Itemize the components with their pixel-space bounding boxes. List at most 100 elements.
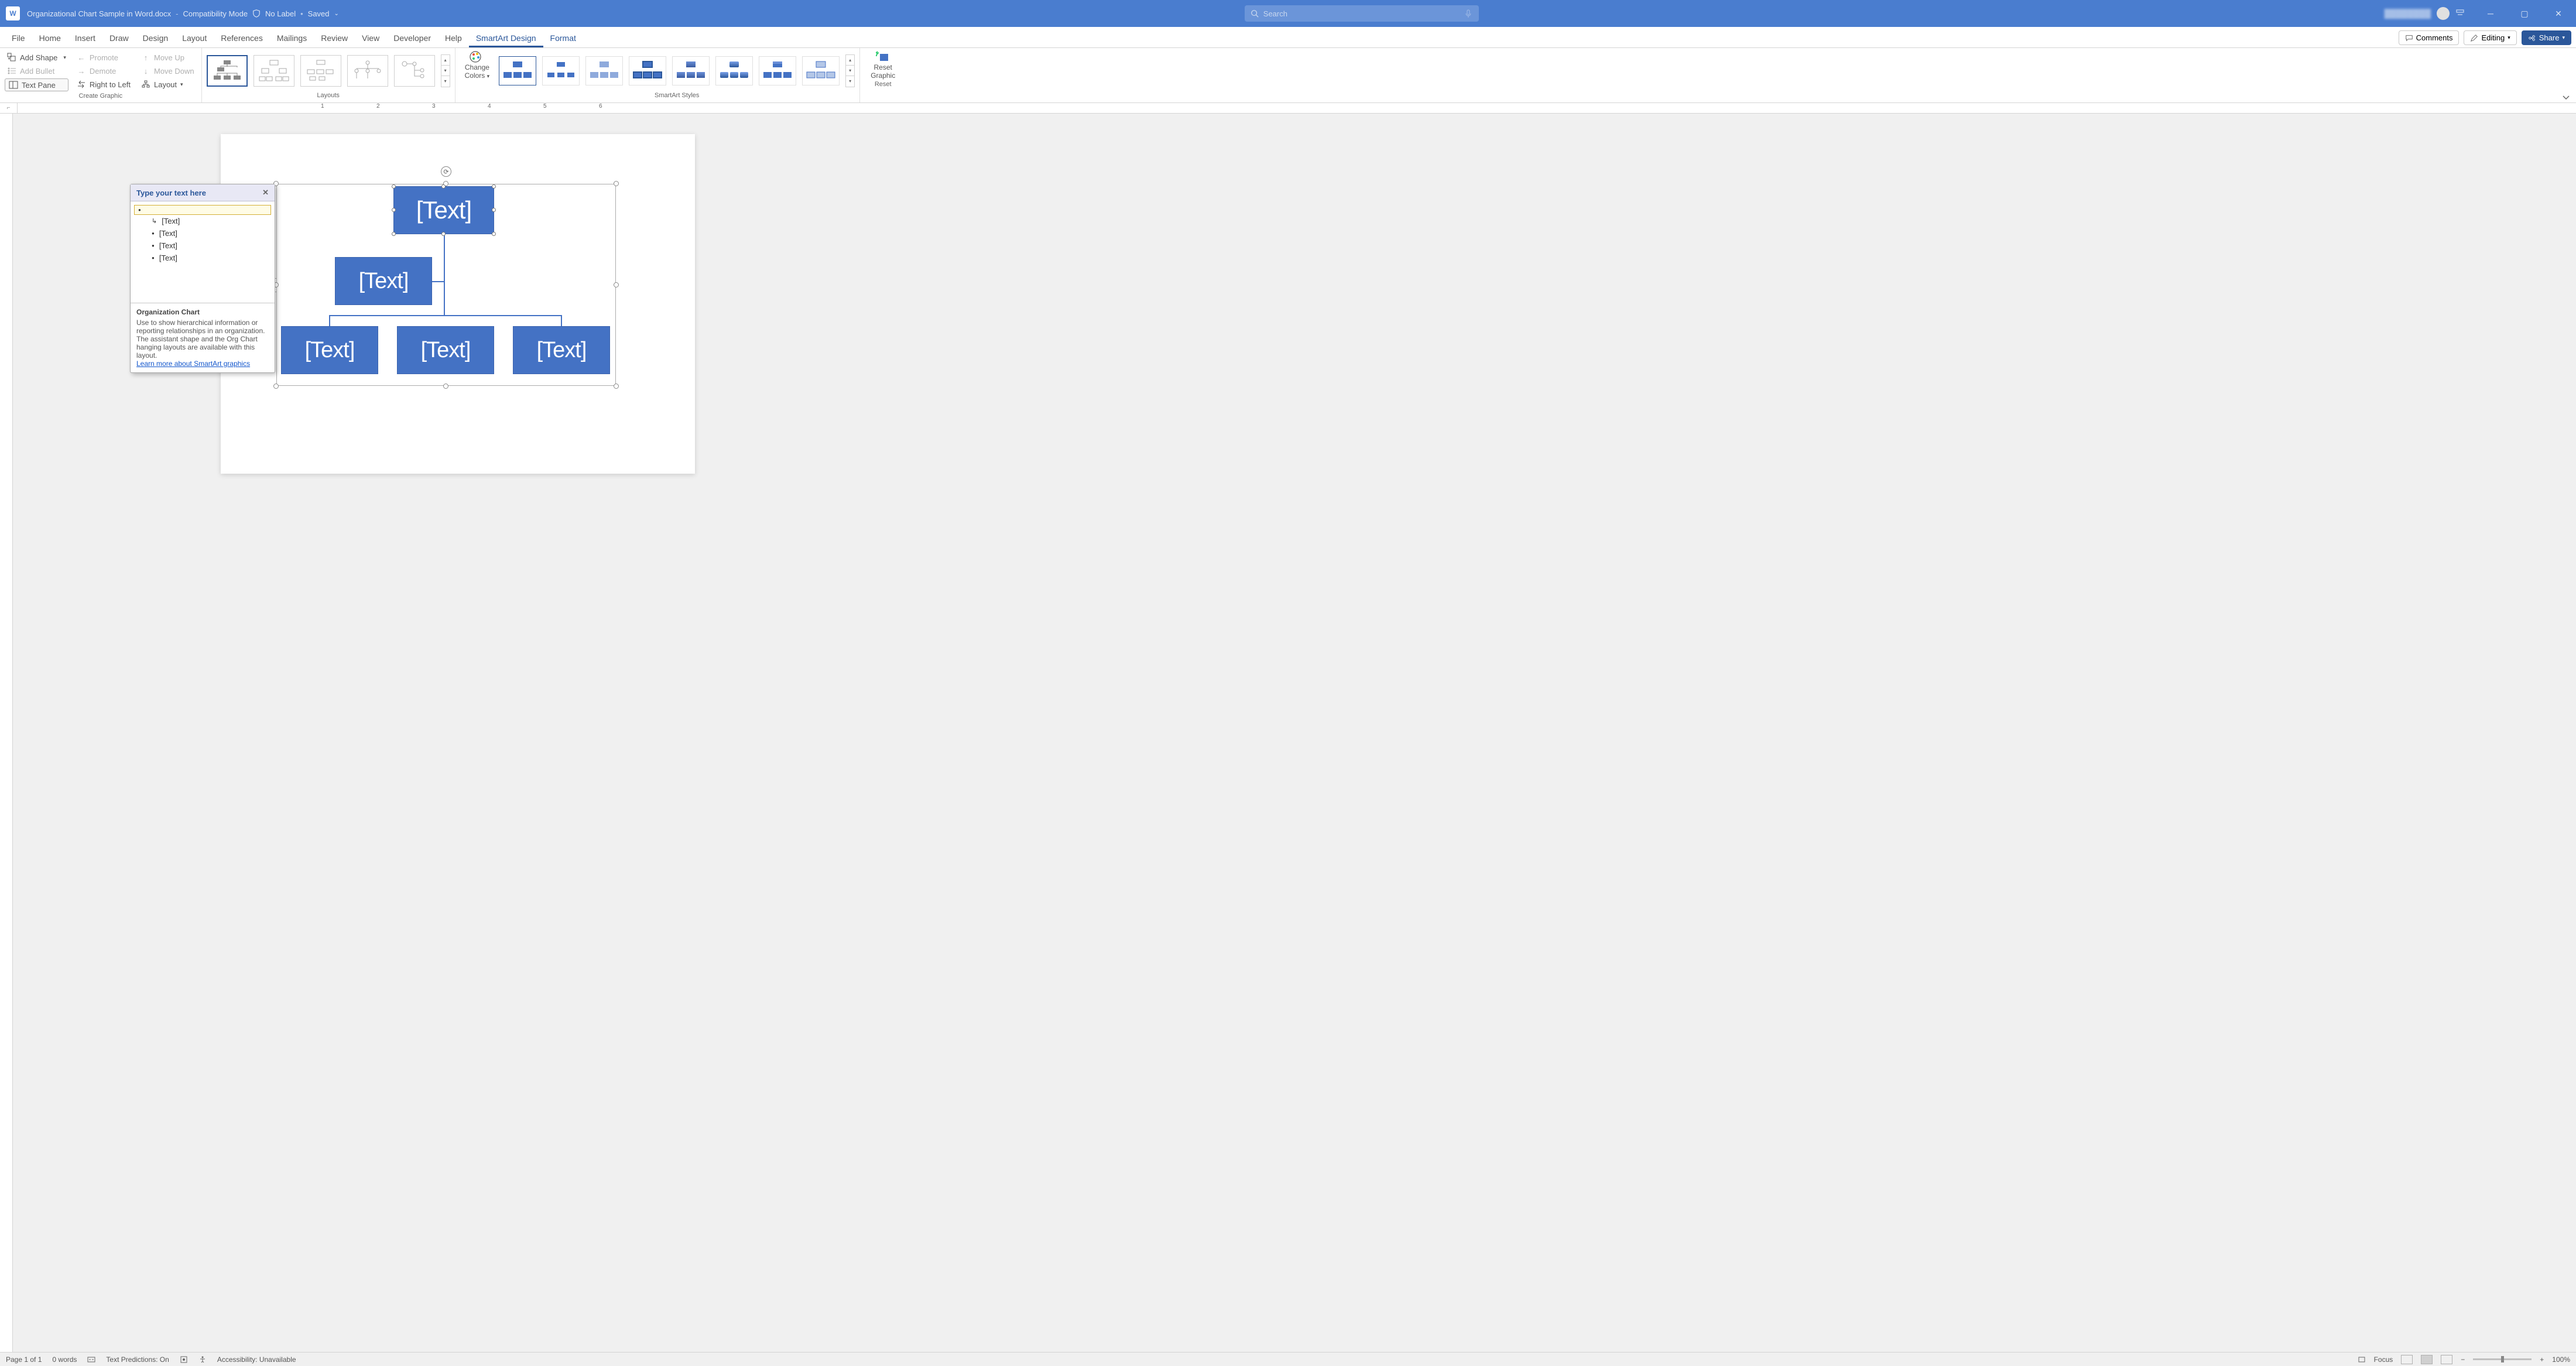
- resize-handle-bl[interactable]: [273, 384, 279, 389]
- print-layout-button[interactable]: [2421, 1355, 2433, 1364]
- gallery-up-icon[interactable]: ▴: [441, 55, 450, 66]
- style-option-5[interactable]: [672, 56, 710, 85]
- tab-home[interactable]: Home: [32, 29, 68, 47]
- vertical-ruler[interactable]: [0, 114, 13, 1352]
- close-icon[interactable]: ✕: [262, 188, 269, 197]
- tab-review[interactable]: Review: [314, 29, 355, 47]
- read-mode-button[interactable]: [2401, 1355, 2413, 1364]
- tp-item-3[interactable]: ● [Text]: [134, 239, 271, 252]
- gallery-expand-icon[interactable]: ▾: [441, 76, 450, 87]
- tab-smartart-design[interactable]: SmartArt Design: [469, 29, 543, 47]
- share-button[interactable]: Share ▾: [2522, 30, 2571, 45]
- text-pane-button[interactable]: Text Pane: [5, 78, 68, 91]
- shape-handle[interactable]: [492, 184, 496, 189]
- tab-view[interactable]: View: [355, 29, 386, 47]
- resize-handle-tr[interactable]: [614, 181, 619, 186]
- style-option-8[interactable]: [802, 56, 840, 85]
- resize-handle-r[interactable]: [614, 282, 619, 287]
- collapse-ribbon-button[interactable]: [2556, 48, 2576, 102]
- word-app-icon[interactable]: W: [6, 6, 20, 20]
- change-colors-button[interactable]: Change Colors ▾: [455, 48, 495, 102]
- accessibility-status[interactable]: Accessibility: Unavailable: [217, 1355, 296, 1364]
- resize-handle-br[interactable]: [614, 384, 619, 389]
- text-pane-list[interactable]: ● ↳ [Text] ● [Text] ● [Text] ● [Text]: [131, 201, 275, 303]
- add-shape-button[interactable]: Add Shape ▾: [5, 52, 68, 63]
- chevron-down-icon[interactable]: ⌄: [334, 11, 339, 17]
- editing-button[interactable]: Editing ▾: [2464, 30, 2516, 45]
- style-option-2[interactable]: [542, 56, 580, 85]
- layouts-gallery-arrows[interactable]: ▴ ▾ ▾: [441, 54, 450, 87]
- shape-handle[interactable]: [492, 208, 496, 212]
- tp-item-1[interactable]: ↳ [Text]: [134, 215, 271, 227]
- zoom-out-button[interactable]: −: [2461, 1355, 2465, 1364]
- reset-graphic-button[interactable]: Reset Graphic: [865, 50, 901, 80]
- style-option-4[interactable]: [629, 56, 666, 85]
- text-predictions[interactable]: Text Predictions: On: [106, 1355, 169, 1364]
- document-canvas[interactable]: ⟳ ▸ [Text]: [0, 114, 2576, 1352]
- smartart-help-link[interactable]: Learn more about SmartArt graphics: [136, 360, 250, 368]
- sa-box-top[interactable]: [Text]: [393, 186, 494, 234]
- page-number[interactable]: Page 1 of 1: [6, 1355, 42, 1364]
- tp-item-0[interactable]: ●: [134, 205, 271, 215]
- zoom-knob[interactable]: [2501, 1356, 2504, 1362]
- save-status[interactable]: Saved: [308, 9, 330, 18]
- tab-format[interactable]: Format: [543, 29, 583, 47]
- smartart-frame[interactable]: ⟳ ▸ [Text]: [276, 184, 616, 386]
- tab-insert[interactable]: Insert: [68, 29, 102, 47]
- sa-box-sub2[interactable]: [Text]: [397, 326, 494, 374]
- tab-file[interactable]: File: [5, 29, 32, 47]
- layout-option-4[interactable]: [347, 55, 388, 87]
- doc-name[interactable]: Organizational Chart Sample in Word.docx: [27, 9, 171, 18]
- comments-button[interactable]: Comments: [2399, 30, 2459, 45]
- web-layout-button[interactable]: [2441, 1355, 2452, 1364]
- focus-mode[interactable]: Focus: [2374, 1355, 2393, 1364]
- shape-handle[interactable]: [441, 232, 446, 236]
- gallery-up-icon[interactable]: ▴: [846, 55, 854, 66]
- styles-gallery-arrows[interactable]: ▴ ▾ ▾: [845, 54, 855, 87]
- style-option-1[interactable]: [499, 56, 536, 85]
- layout-button[interactable]: Layout ▾: [139, 78, 197, 90]
- macro-record-icon[interactable]: [180, 1355, 188, 1364]
- tab-references[interactable]: References: [214, 29, 270, 47]
- shape-handle[interactable]: [441, 184, 446, 189]
- style-option-7[interactable]: [759, 56, 796, 85]
- layout-option-2[interactable]: [254, 55, 294, 87]
- label-status[interactable]: No Label: [265, 9, 296, 18]
- sa-box-assistant[interactable]: [Text]: [335, 257, 432, 305]
- zoom-level[interactable]: 100%: [2552, 1355, 2570, 1364]
- search-box[interactable]: Search: [1245, 5, 1479, 22]
- shape-handle[interactable]: [492, 232, 496, 236]
- tab-help[interactable]: Help: [438, 29, 469, 47]
- tp-item-2[interactable]: ● [Text]: [134, 227, 271, 239]
- layout-option-3[interactable]: [300, 55, 341, 87]
- tab-developer[interactable]: Developer: [386, 29, 438, 47]
- rtl-button[interactable]: Right to Left: [74, 78, 133, 90]
- style-option-6[interactable]: [715, 56, 753, 85]
- user-avatar[interactable]: [2437, 7, 2450, 20]
- maximize-button[interactable]: ▢: [2513, 9, 2536, 19]
- shape-handle[interactable]: [392, 184, 396, 189]
- word-count[interactable]: 0 words: [52, 1355, 77, 1364]
- zoom-slider[interactable]: [2473, 1358, 2532, 1360]
- style-option-3[interactable]: [585, 56, 623, 85]
- tab-draw[interactable]: Draw: [102, 29, 136, 47]
- gallery-down-icon[interactable]: ▾: [441, 66, 450, 76]
- tab-layout[interactable]: Layout: [175, 29, 214, 47]
- tab-design[interactable]: Design: [136, 29, 176, 47]
- layout-option-1[interactable]: [207, 55, 248, 87]
- close-button[interactable]: ✕: [2547, 9, 2570, 19]
- minimize-button[interactable]: ─: [2479, 9, 2502, 18]
- gallery-down-icon[interactable]: ▾: [846, 66, 854, 76]
- text-pane-panel[interactable]: Type your text here ✕ ● ↳ [Text] ● [Text…: [130, 184, 275, 373]
- tp-item-4[interactable]: ● [Text]: [134, 252, 271, 264]
- rotate-handle[interactable]: ⟳: [441, 166, 451, 177]
- sa-box-sub1[interactable]: [Text]: [281, 326, 378, 374]
- shape-handle[interactable]: [392, 232, 396, 236]
- horizontal-ruler[interactable]: 1 2 3 4 5 6: [18, 103, 2576, 114]
- sa-box-sub3[interactable]: [Text]: [513, 326, 610, 374]
- zoom-in-button[interactable]: +: [2540, 1355, 2544, 1364]
- gallery-expand-icon[interactable]: ▾: [846, 76, 854, 87]
- text-predictions-icon[interactable]: [87, 1355, 95, 1364]
- resize-handle-b[interactable]: [443, 384, 448, 389]
- shape-handle[interactable]: [392, 208, 396, 212]
